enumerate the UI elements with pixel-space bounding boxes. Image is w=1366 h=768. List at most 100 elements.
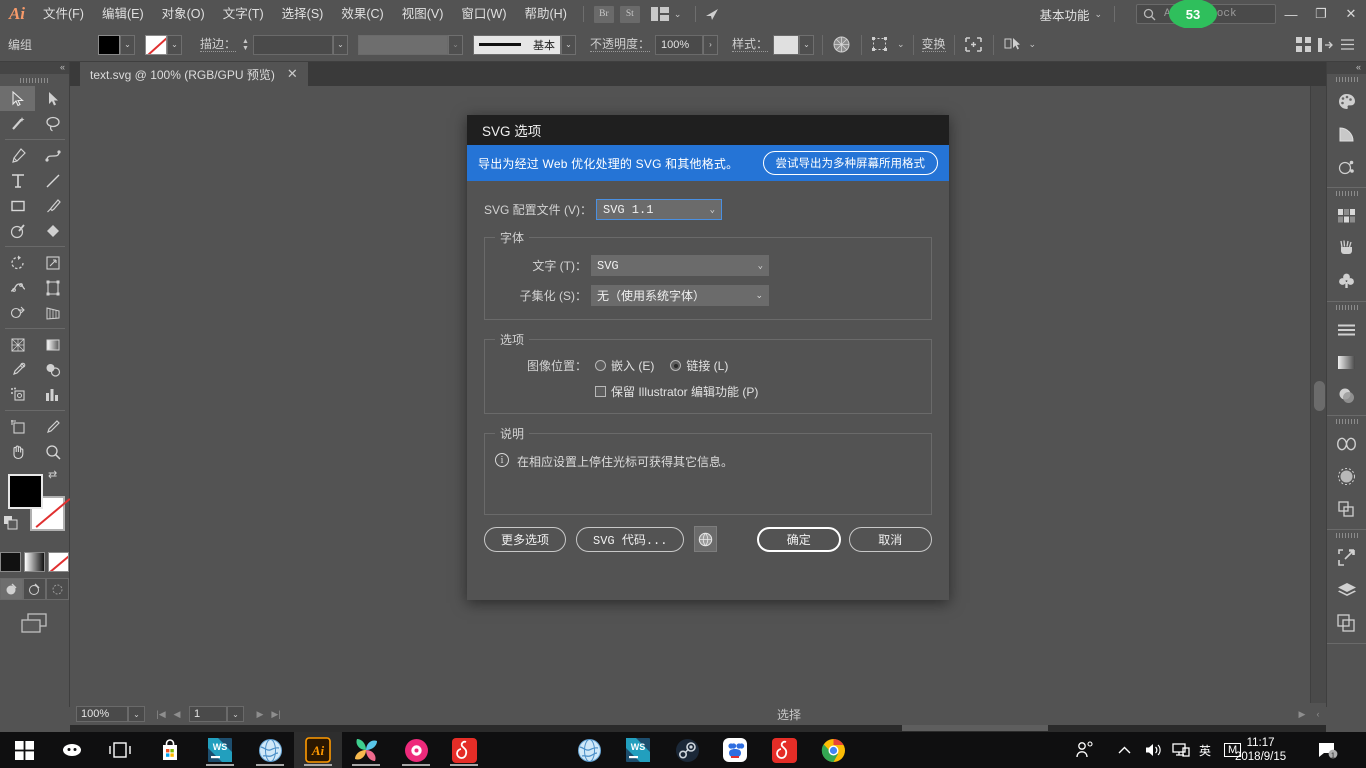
svg-options-dialog[interactable]: SVG 选项 导出为经过 Web 优化处理的 SVG 和其他格式。 尝试导出为多… — [467, 115, 949, 600]
free-transform-tool[interactable] — [35, 275, 70, 300]
close-button[interactable]: ✕ — [1336, 0, 1366, 28]
menu-object[interactable]: 对象(O) — [153, 0, 214, 28]
zoom-level-field[interactable]: 100% — [76, 706, 128, 722]
steam-button[interactable] — [663, 732, 711, 768]
rotate-tool[interactable] — [0, 250, 35, 275]
zoom-tool[interactable] — [35, 439, 70, 464]
first-artboard-icon[interactable]: |◀ — [153, 706, 169, 722]
panel-menu-icon[interactable] — [1336, 34, 1358, 56]
stroke-profile-chevron-icon[interactable]: ⌄ — [447, 34, 463, 55]
go-icon[interactable] — [703, 6, 721, 22]
panels-grid-icon[interactable] — [1292, 34, 1314, 56]
stroke-stepper[interactable]: ▲ ▼ — [242, 38, 249, 52]
draw-normal-button[interactable] — [0, 578, 23, 600]
export-for-screens-button[interactable]: 尝试导出为多种屏幕所用格式 — [762, 151, 938, 175]
align-icon[interactable] — [870, 34, 892, 56]
brush-definition-field[interactable]: 基本 — [472, 34, 561, 55]
eraser-tool[interactable] — [35, 218, 70, 243]
hand-tool[interactable] — [0, 439, 35, 464]
arrange-documents-icon[interactable] — [650, 7, 669, 21]
menu-effect[interactable]: 效果(C) — [332, 0, 392, 28]
menu-help[interactable]: 帮助(H) — [516, 0, 576, 28]
line-segment-tool[interactable] — [35, 168, 70, 193]
style-swatch[interactable] — [772, 34, 799, 55]
embed-radio[interactable] — [595, 360, 606, 371]
brushes-panel-icon[interactable] — [1327, 232, 1366, 265]
workspace-label[interactable]: 基本功能 — [1039, 5, 1089, 24]
expand-panel-icon[interactable] — [1314, 34, 1336, 56]
photos-button[interactable] — [342, 732, 390, 768]
music-button[interactable] — [392, 732, 440, 768]
slice-tool[interactable] — [35, 414, 70, 439]
recolor-artwork-icon[interactable] — [831, 34, 853, 56]
svg-code-button[interactable]: SVG 代码... — [576, 526, 685, 552]
more-options-button[interactable]: 更多选项 — [484, 526, 567, 552]
stroke-weight-field[interactable] — [252, 34, 333, 55]
screen-mode-button[interactable] — [0, 612, 69, 634]
tools-grip[interactable] — [0, 74, 69, 86]
direct-selection-tool[interactable] — [35, 86, 70, 111]
paintbrush-tool[interactable] — [35, 193, 70, 218]
baidu-netdisk-button[interactable] — [711, 732, 759, 768]
tools-collapse-button[interactable]: « — [0, 62, 69, 74]
artboard-number-field[interactable]: 1 — [189, 706, 227, 722]
magic-wand-tool[interactable] — [0, 111, 35, 136]
isolate-icon[interactable] — [963, 34, 985, 56]
workspace-chevron-icon[interactable]: ⌄ — [1094, 9, 1102, 20]
fill-color-swatch[interactable] — [8, 474, 43, 509]
menu-view[interactable]: 视图(V) — [393, 0, 453, 28]
draw-inside-button[interactable] — [46, 578, 69, 600]
stock-icon[interactable]: St — [619, 5, 640, 23]
menu-select[interactable]: 选择(S) — [273, 0, 333, 28]
none-mode-button[interactable] — [48, 552, 69, 572]
arrange-chevron-icon[interactable]: ⌄ — [674, 9, 682, 20]
browser-2-button[interactable] — [565, 732, 613, 768]
zoom-chevron-icon[interactable]: ⌄ — [128, 706, 145, 722]
globe-icon[interactable] — [694, 526, 717, 552]
task-view-button[interactable] — [96, 732, 144, 768]
stroke-control[interactable]: ⌄ — [145, 34, 182, 55]
opacity-chevron-icon[interactable]: › — [702, 34, 718, 55]
stroke-swatch[interactable] — [145, 34, 167, 55]
libraries-panel-icon[interactable] — [1327, 427, 1366, 460]
fill-control[interactable]: ⌄ — [98, 34, 135, 55]
panel-group-1-grip[interactable] — [1327, 74, 1366, 85]
bridge-icon[interactable]: Br — [593, 5, 614, 23]
color-panel-icon[interactable] — [1327, 85, 1366, 118]
image-trace-panel-icon[interactable] — [1327, 460, 1366, 493]
blend-tool[interactable] — [35, 357, 70, 382]
shape-builder-tool[interactable] — [0, 300, 35, 325]
mesh-tool[interactable] — [0, 332, 35, 357]
pen-tool[interactable] — [0, 143, 35, 168]
fill-swatch[interactable] — [98, 34, 120, 55]
cancel-button[interactable]: 取消 — [848, 526, 932, 552]
ok-button[interactable]: 确定 — [756, 526, 841, 552]
stroke-chevron-icon[interactable]: ⌄ — [167, 34, 182, 55]
opacity-field[interactable]: 100% — [654, 34, 703, 55]
gradient-mode-button[interactable] — [24, 552, 45, 572]
asset-export-panel-icon[interactable] — [1327, 541, 1366, 574]
panels-collapse-button[interactable]: « — [1327, 62, 1366, 74]
draw-behind-button[interactable] — [23, 578, 46, 600]
embed-radio-group[interactable]: 嵌入 (E) — [595, 357, 654, 374]
status-resize-icon[interactable]: ‹ — [1310, 706, 1326, 722]
panel-group-4-grip[interactable] — [1327, 416, 1366, 427]
notification-badge[interactable]: 53 — [1169, 0, 1217, 29]
stroke-panel-icon[interactable] — [1327, 313, 1366, 346]
font-type-select[interactable]: SVG ⌄ — [591, 255, 769, 276]
webstorm-2-button[interactable]: WS — [614, 732, 662, 768]
cortana-button[interactable] — [48, 732, 96, 768]
action-center-icon[interactable]: 1 — [1318, 732, 1338, 768]
next-artboard-icon[interactable]: ▶ — [252, 706, 268, 722]
font-subsetting-select[interactable]: 无（使用系统字体） ⌄ — [591, 285, 769, 306]
default-fill-stroke-icon[interactable] — [4, 516, 18, 530]
netease-button[interactable] — [440, 732, 488, 768]
menu-type[interactable]: 文字(T) — [214, 0, 273, 28]
type-tool[interactable] — [0, 168, 35, 193]
perspective-grid-tool[interactable] — [35, 300, 70, 325]
webstorm-button[interactable]: WS — [196, 732, 244, 768]
minimize-button[interactable]: — — [1276, 0, 1306, 28]
fill-chevron-icon[interactable]: ⌄ — [120, 34, 135, 55]
browser-button[interactable] — [246, 732, 294, 768]
color-mode-button[interactable] — [0, 552, 21, 572]
